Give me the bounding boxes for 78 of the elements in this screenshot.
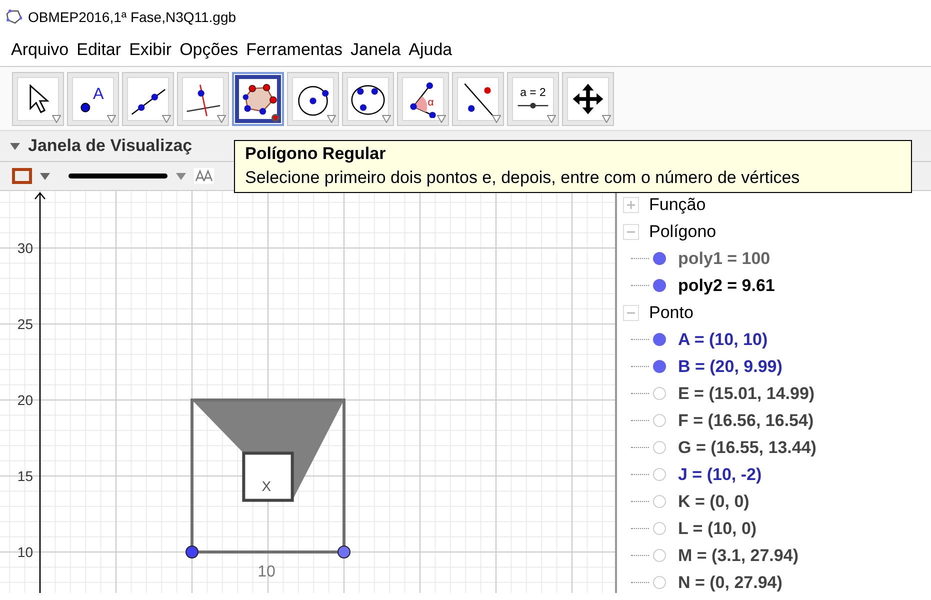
point[interactable] [338,546,350,558]
visibility-toggle[interactable] [653,495,666,508]
algebra-item[interactable]: A = (10, 10) [678,330,768,350]
group-label: Função [649,194,706,214]
caret-icon [602,115,611,123]
tool-button[interactable]: a = 2 [507,72,559,126]
algebra-item[interactable]: poly2 = 9.61 [678,276,775,296]
tool-button[interactable] [287,72,339,126]
algebra-item[interactable]: J = (10, -2) [678,464,762,484]
caret-icon[interactable] [176,172,186,180]
group-label: Polígono [649,222,716,242]
tool-button[interactable]: A [67,72,119,126]
caret-icon [52,115,61,123]
menu-item[interactable]: Janela [350,38,402,62]
caret-icon [107,115,116,123]
visibility-toggle[interactable] [653,252,666,265]
fill-style-icon[interactable] [12,168,32,184]
visibility-toggle[interactable] [653,360,666,373]
algebra-item[interactable]: L = (10, 0) [678,518,757,538]
axis-label: 25 [17,316,33,332]
menu-item[interactable]: Ferramentas [245,38,344,62]
axis-label: 30 [17,240,33,256]
algebra-item[interactable]: N = (0, 27.94) [678,572,782,592]
caret-icon[interactable] [40,172,50,180]
text-size-icon[interactable] [194,168,214,184]
tool-button[interactable] [177,72,229,126]
tool-button[interactable] [122,72,174,126]
tool-button[interactable] [342,72,394,126]
menu-item[interactable]: Editar [76,38,122,62]
visibility-toggle[interactable] [653,441,666,454]
menu-item[interactable]: Exibir [128,38,173,62]
visibility-toggle[interactable] [653,387,666,400]
tool-button[interactable] [452,72,504,126]
app-icon [6,9,22,25]
point[interactable] [186,546,198,558]
graphics-view[interactable]: 30 25 20 15 10 X 10 [0,191,617,593]
tooltip-title: Polígono Regular [245,144,387,164]
axis-label: 20 [17,392,33,408]
visibility-toggle[interactable] [653,333,666,346]
visibility-toggle[interactable] [653,279,666,292]
view-title: Janela de Visualizaç [28,136,192,156]
algebra-item[interactable]: B = (20, 9.99) [678,356,782,376]
visibility-toggle[interactable] [653,576,666,589]
visibility-toggle[interactable] [653,468,666,481]
tool-button[interactable] [562,72,614,126]
small-square [242,452,294,502]
algebra-item[interactable]: F = (16.56, 16.54) [678,410,814,430]
segment-label: 10 [258,563,276,580]
menu-item[interactable]: Arquivo [10,38,70,62]
caret-icon [162,115,171,123]
tool-button[interactable] [232,72,284,126]
window-title: OBMEP2016,1ª Fase,N3Q11.ggb [28,9,236,25]
algebra-item[interactable]: poly1 = 100 [678,248,770,268]
segment-label: X [262,478,272,494]
caret-icon [327,115,336,123]
caret-icon [437,115,446,123]
line-style-icon[interactable] [68,172,168,180]
visibility-toggle[interactable] [653,549,666,562]
menu-item[interactable]: Opções [178,38,240,62]
tool-button[interactable] [12,72,64,126]
algebra-item[interactable]: G = (16.55, 13.44) [678,438,816,458]
axis-label: 10 [17,544,33,560]
caret-icon [547,115,556,123]
menu-item[interactable]: Ajuda [408,38,454,62]
tooltip-text: Selecione primeiro dois pontos e, depois, entre com o número de vértices [245,168,801,188]
tool-button[interactable]: α [397,72,449,126]
caret-icon [271,114,280,122]
algebra-item[interactable]: M = (3.1, 27.94) [678,546,798,566]
axis-label: 15 [17,468,33,484]
algebra-item[interactable]: E = (15.01, 14.99) [678,384,815,404]
caret-icon [492,115,501,123]
collapse-icon[interactable] [10,142,20,150]
visibility-toggle[interactable] [653,414,666,427]
caret-icon [382,115,391,123]
visibility-toggle[interactable] [653,522,666,535]
group-label: Ponto [649,302,694,322]
caret-icon [217,115,226,123]
algebra-item[interactable]: K = (0, 0) [678,492,750,512]
